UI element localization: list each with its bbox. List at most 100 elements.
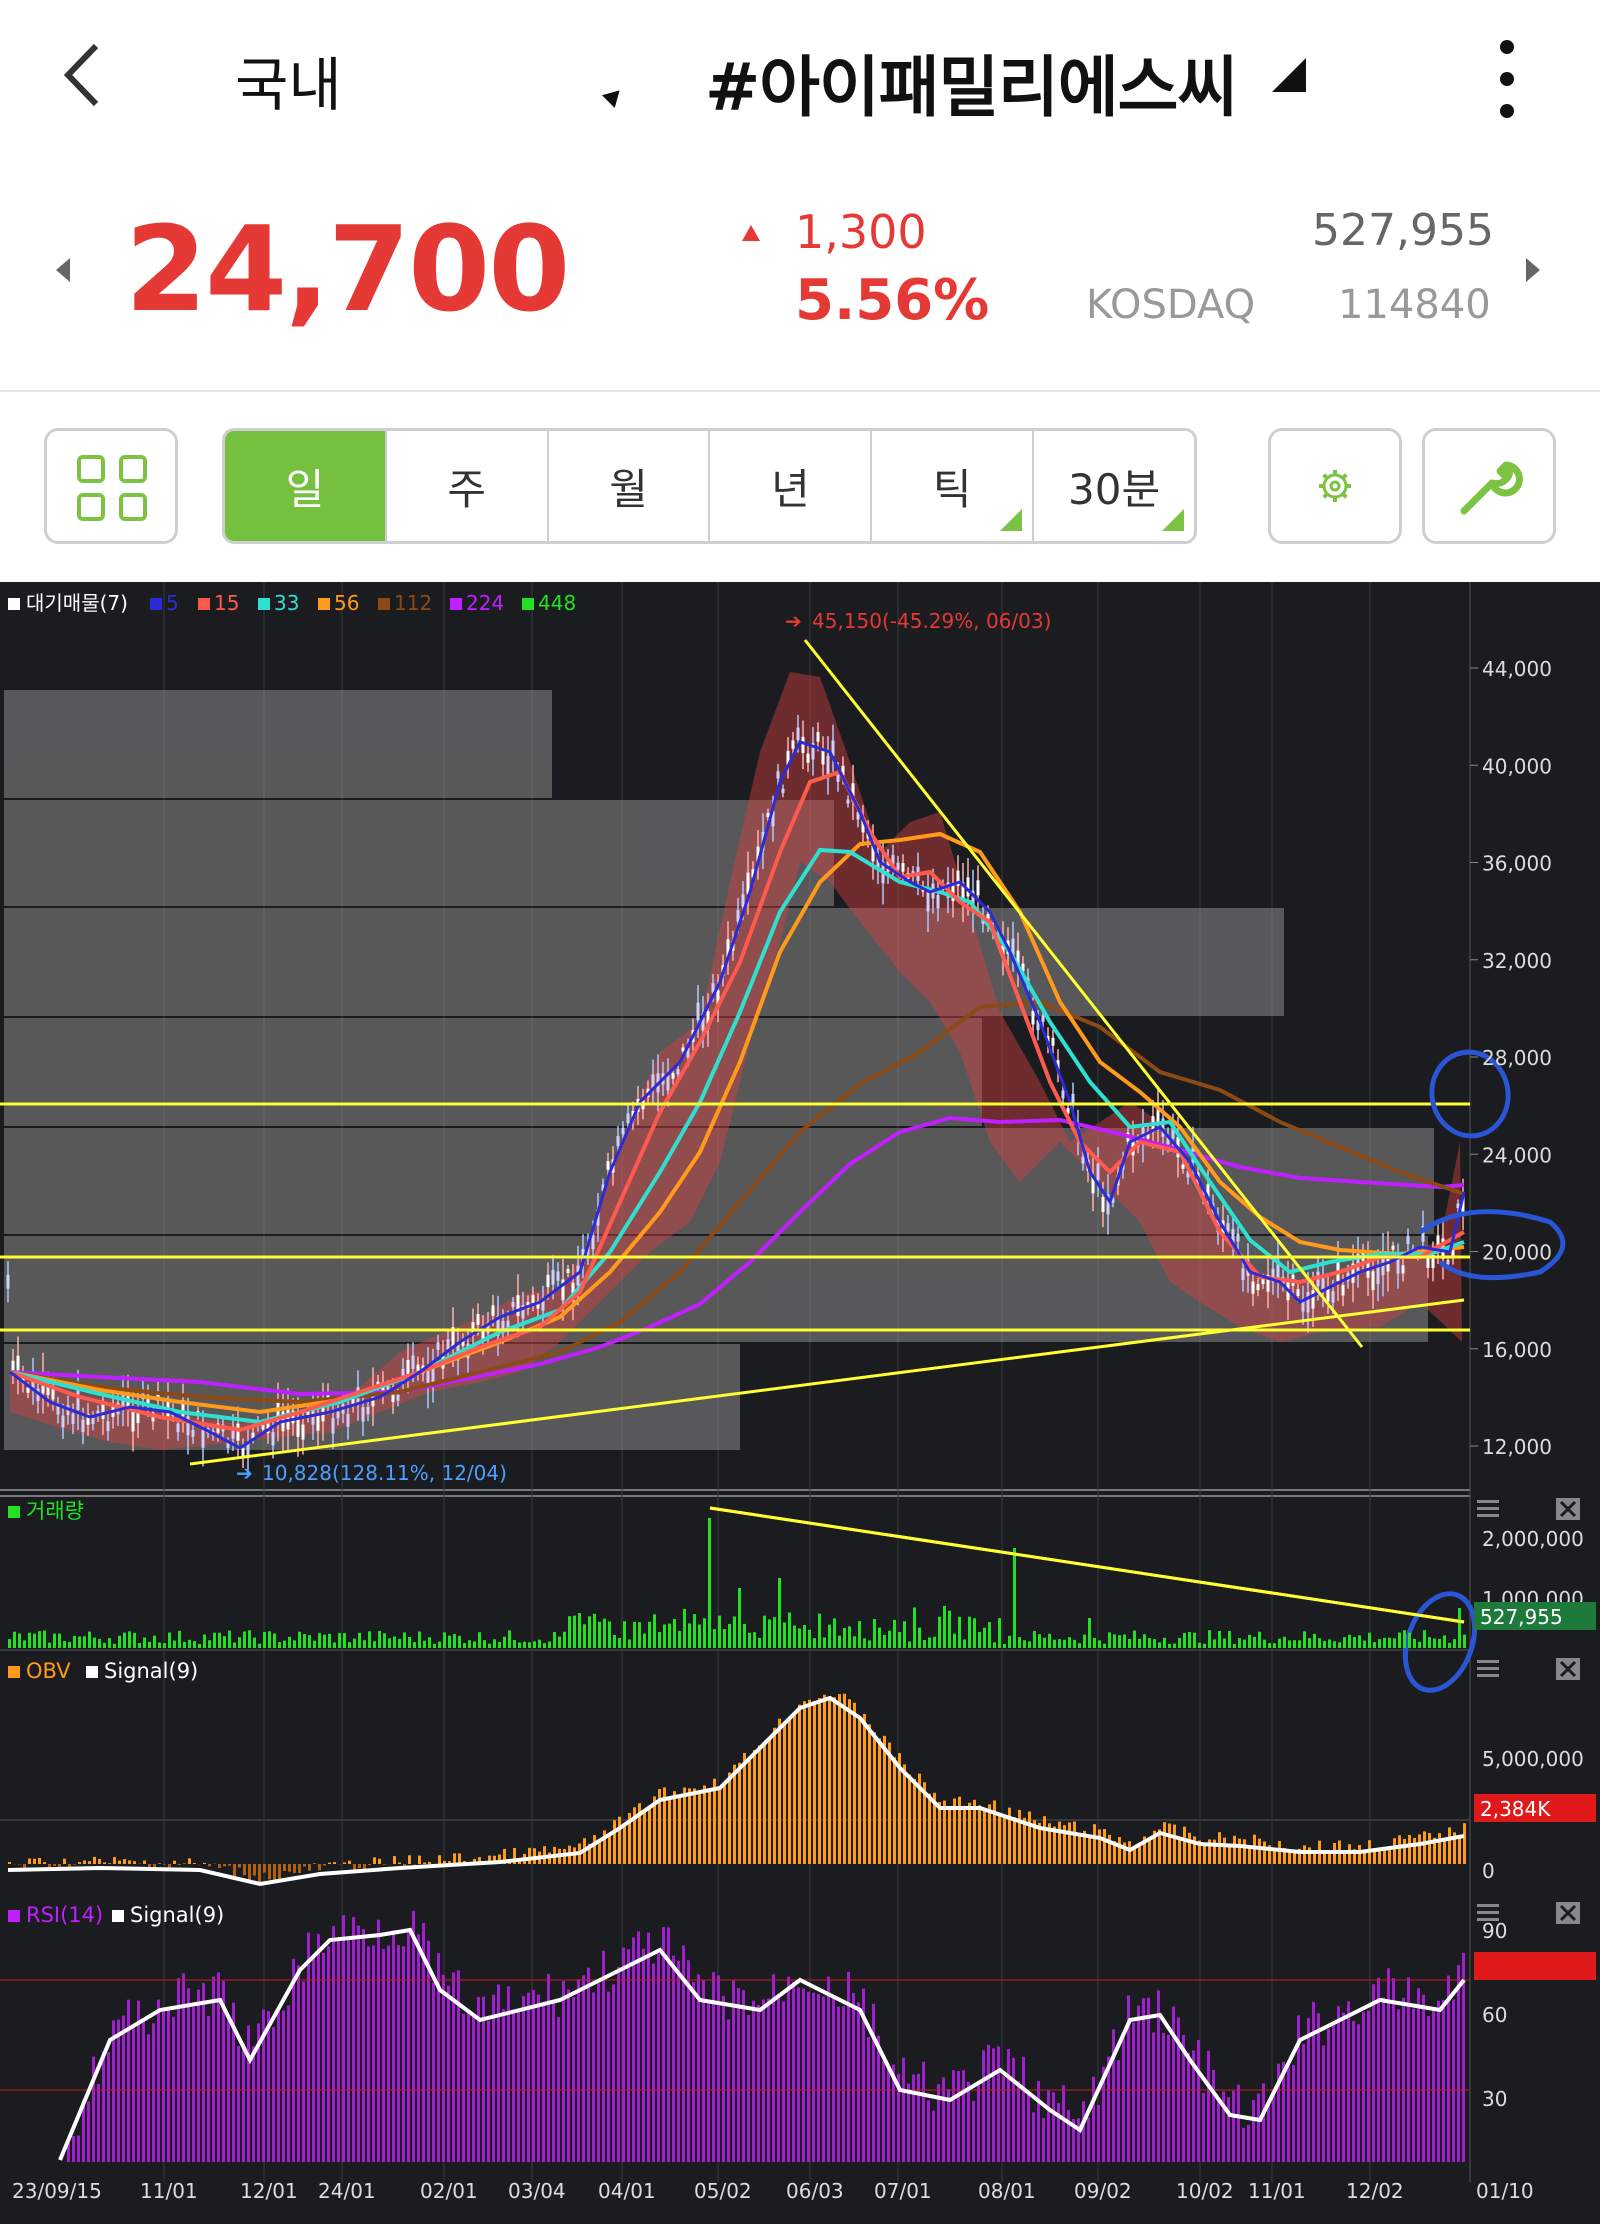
legend-swatch (198, 598, 210, 610)
date-tick-label: 05/02 (694, 2179, 752, 2203)
high-label: 45,150(-45.29%, 06/03) (812, 609, 1051, 633)
volume-label: 거래량 (26, 1499, 84, 1523)
rsi-tick: 90 (1482, 1919, 1507, 1943)
rsi-signal-label: Signal(9) (130, 1903, 224, 1927)
legend-swatch (8, 598, 20, 610)
tab-label: 월 (609, 456, 648, 517)
legend-ma-label: 5 (166, 591, 179, 615)
legend-swatch (150, 598, 162, 610)
obv-signal-label: Signal(9) (104, 1659, 198, 1683)
market-selector[interactable]: 국내 (235, 38, 342, 122)
legend-label: 대기매물(7) (26, 591, 128, 615)
volume-bars (8, 1518, 1466, 1648)
wrench-icon (1452, 449, 1526, 523)
legend-swatch (378, 598, 390, 610)
grid-icon (77, 455, 105, 483)
low-arrow-icon: ➔ (236, 1461, 253, 1485)
volume-last-value: 527,955 (1480, 1605, 1563, 1629)
date-tick-label: 11/01 (140, 2179, 198, 2203)
date-tick-label: 03/04 (508, 2179, 566, 2203)
chart-canvas: ➔ 45,150(-45.29%, 06/03) ➔ 10,828(128.11… (0, 582, 1600, 2224)
stock-chart-area[interactable]: ➔ 45,150(-45.29%, 06/03) ➔ 10,828(128.11… (0, 582, 1600, 2224)
obv-last-value: 2,384K (1480, 1797, 1551, 1821)
obv-tick: 0 (1482, 1859, 1495, 1883)
legend-swatch (522, 598, 534, 610)
settings-button[interactable] (1268, 428, 1402, 544)
menu-lines-icon (1477, 1660, 1499, 1677)
price-tick-label: 24,000 (1482, 1143, 1552, 1167)
exchange-label: KOSDAQ (1086, 282, 1255, 328)
price-tick-label: 32,000 (1482, 949, 1552, 973)
price-change-percent: 5.56% (795, 268, 989, 333)
period-year-tab[interactable]: 년 (710, 431, 872, 541)
dropdown-corner-icon (1000, 509, 1022, 531)
grid-icon-cell (119, 455, 147, 483)
period-tick-tab[interactable]: 틱 (872, 431, 1034, 541)
up-triangle-icon (742, 225, 760, 241)
more-vertical-icon[interactable] (1500, 40, 1514, 136)
date-tick-label: 02/01 (420, 2179, 478, 2203)
date-tick-label: 07/01 (874, 2179, 932, 2203)
date-tick-label: 09/02 (1074, 2179, 1132, 2203)
tools-button[interactable] (1422, 428, 1556, 544)
market-dropdown-icon[interactable] (602, 84, 626, 108)
price-tick-label: 28,000 (1482, 1046, 1552, 1070)
stock-dropdown-icon[interactable] (1272, 58, 1306, 92)
legend-swatch (318, 598, 330, 610)
period-minute-tab[interactable]: 30분 (1034, 431, 1194, 541)
legend-ma-label: 224 (466, 591, 504, 615)
date-tick-label: 01/10 (1476, 2179, 1534, 2203)
price-tick-label: 40,000 (1482, 754, 1552, 778)
layout-grid-button[interactable] (44, 428, 178, 544)
rsi-tick: 30 (1482, 2087, 1507, 2111)
dropdown-corner-icon (1162, 509, 1184, 531)
price-tick-label: 12,000 (1482, 1435, 1552, 1459)
date-tick-label: 06/03 (786, 2179, 844, 2203)
price-axis: 44,000 40,000 36,000 32,000 28,000 24,000 20,0… (1470, 657, 1552, 1459)
stock-name[interactable]: #아이패밀리에스씨 (705, 34, 1237, 130)
date-tick-label: 11/01 (1248, 2179, 1306, 2203)
legend-swatch (258, 598, 270, 610)
date-tick-label: 12/02 (1346, 2179, 1404, 2203)
legend-ma-label: 33 (274, 591, 299, 615)
high-arrow-icon: ➔ (785, 609, 802, 633)
volume: 527,955 (1312, 205, 1494, 256)
volume-tick: 2,000,000 (1482, 1527, 1584, 1551)
period-week-tab[interactable]: 주 (387, 431, 549, 541)
current-price: 24,700 (125, 200, 568, 338)
tab-label: 틱 (933, 456, 972, 517)
obv-tick: 5,000,000 (1482, 1747, 1584, 1771)
grid-icon-cell (119, 493, 147, 521)
period-day-tab[interactable]: 일 (225, 431, 387, 541)
legend-ma-label: 448 (538, 591, 576, 615)
rsi-bars (67, 1911, 1465, 2162)
price-change: 1,300 (795, 205, 927, 259)
date-tick-label: 24/01 (318, 2179, 376, 2203)
prev-stock-arrow-icon[interactable] (56, 258, 70, 282)
legend-swatch (450, 598, 462, 610)
legend-ma-label: 15 (214, 591, 239, 615)
tab-label: 30분 (1068, 456, 1160, 517)
obv-bars (8, 1694, 1466, 1884)
legend-ma-label: 56 (334, 591, 359, 615)
rsi-label: RSI(14) (26, 1903, 103, 1927)
date-tick-label: 08/01 (978, 2179, 1036, 2203)
low-label: 10,828(128.11%, 12/04) (262, 1461, 507, 1485)
stock-code: 114840 (1338, 282, 1491, 328)
grid-icon-cell (77, 493, 105, 521)
date-tick-label: 10/02 (1176, 2179, 1234, 2203)
next-stock-arrow-icon[interactable] (1526, 258, 1540, 282)
date-axis: 23/09/1511/0112/0124/0102/0103/0404/0105… (12, 2179, 1534, 2203)
period-month-tab[interactable]: 월 (549, 431, 711, 541)
tab-label: 주 (447, 456, 486, 517)
price-tick-label: 44,000 (1482, 657, 1552, 681)
date-tick-label: 12/01 (240, 2179, 298, 2203)
main-legend: 대기매물(7)5153356112224448 (8, 591, 576, 615)
gear-icon (1315, 466, 1355, 506)
menu-lines-icon (1477, 1904, 1499, 1921)
top-header: 국내 #아이패밀리에스씨 (0, 0, 1600, 160)
price-tick-label: 20,000 (1482, 1241, 1552, 1265)
rsi-tick: 60 (1482, 2003, 1507, 2027)
back-chevron-left-icon[interactable] (60, 40, 104, 126)
price-tick-label: 36,000 (1482, 852, 1552, 876)
